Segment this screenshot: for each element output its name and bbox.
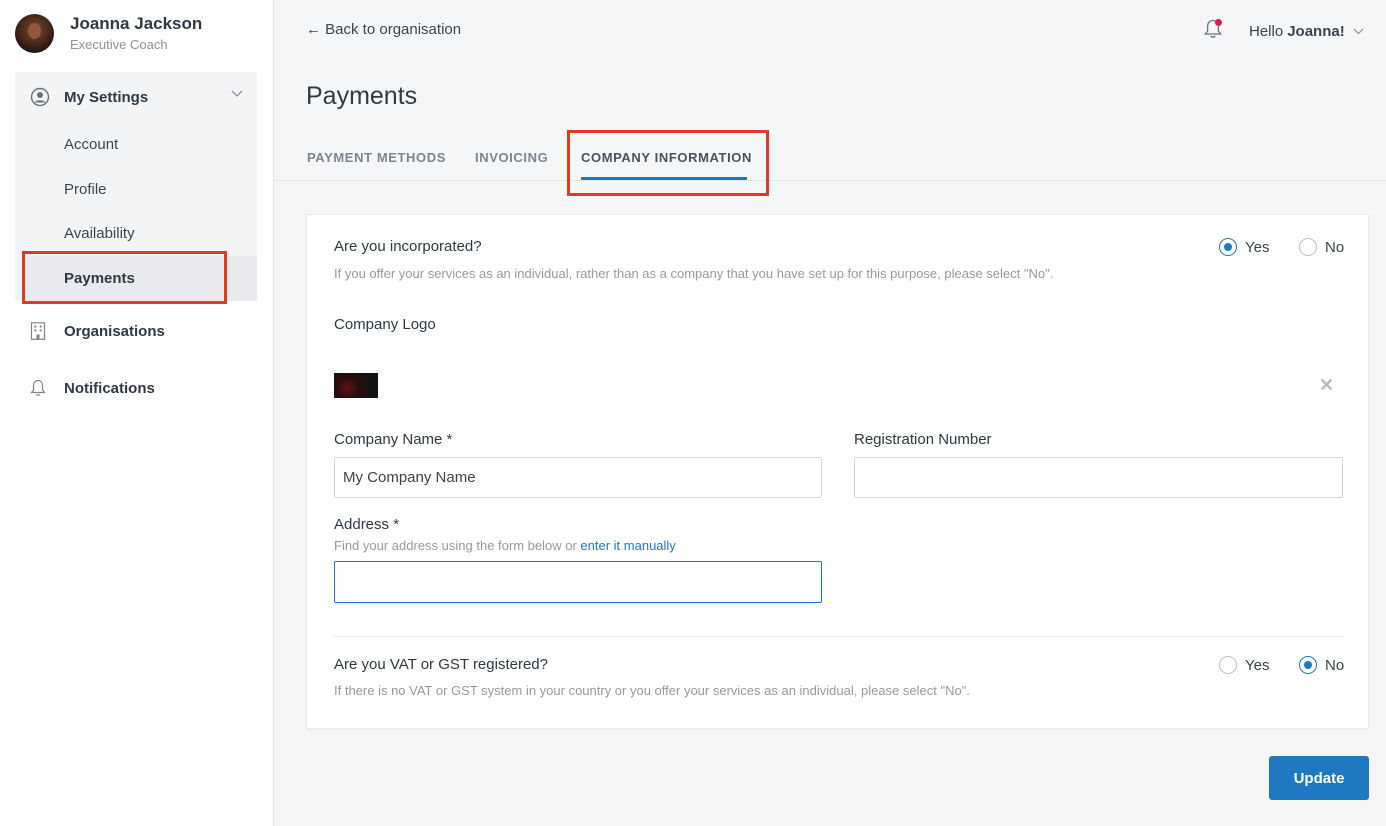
- enter-address-manually-link[interactable]: enter it manually: [580, 538, 675, 553]
- incorporated-yes-option[interactable]: Yes: [1219, 238, 1269, 256]
- sidebar-item-organisations-label: Organisations: [64, 322, 165, 340]
- building-icon: [30, 322, 46, 340]
- my-settings-label: My Settings: [64, 88, 149, 106]
- notification-badge: [1215, 19, 1222, 26]
- radio-selected-icon[interactable]: [1219, 238, 1237, 256]
- radio-unselected-icon[interactable]: [1219, 656, 1237, 674]
- incorporated-question: Are you incorporated?: [334, 238, 482, 255]
- remove-logo-close-icon[interactable]: ✕: [1319, 375, 1334, 396]
- company-information-form: Are you incorporated? Yes No If you offe…: [306, 214, 1369, 729]
- vat-no-option[interactable]: No: [1299, 656, 1344, 674]
- incorporated-no-option[interactable]: No: [1299, 238, 1344, 256]
- address-label: Address *: [334, 516, 400, 533]
- sidebar-item-payments-label: Payments: [64, 270, 135, 287]
- person-circle-icon: [30, 87, 50, 107]
- radio-selected-icon[interactable]: [1299, 656, 1317, 674]
- tab-company-information[interactable]: COMPANY INFORMATION: [581, 150, 752, 165]
- my-settings-toggle[interactable]: My Settings: [15, 72, 257, 122]
- vat-yes-option[interactable]: Yes: [1219, 656, 1269, 674]
- my-settings-group: My Settings Account Profile Availability…: [15, 72, 257, 301]
- bell-icon: [30, 379, 46, 396]
- company-logo-label: Company Logo: [334, 316, 436, 333]
- sidebar-item-payments[interactable]: Payments: [24, 256, 257, 301]
- vat-question: Are you VAT or GST registered?: [334, 656, 548, 673]
- back-to-organisation-link[interactable]: ← Back to organisation: [306, 21, 461, 38]
- registration-number-input[interactable]: [854, 457, 1343, 498]
- company-name-label: Company Name *: [334, 431, 453, 448]
- tab-payment-methods[interactable]: PAYMENT METHODS: [307, 150, 446, 165]
- incorporated-no-label: No: [1325, 238, 1345, 256]
- incorporated-yes-label: Yes: [1245, 238, 1270, 256]
- user-profile[interactable]: Joanna Jackson Executive Coach: [15, 13, 202, 54]
- tab-invoicing[interactable]: INVOICING: [475, 150, 548, 165]
- avatar: [15, 14, 54, 53]
- chevron-down-icon: [1353, 28, 1364, 35]
- address-search-input[interactable]: [334, 561, 822, 603]
- company-logo-image: [334, 373, 378, 398]
- address-hint-text: Find your address using the form below o…: [334, 538, 577, 553]
- incorporated-hint: If you offer your services as an individ…: [334, 266, 1054, 281]
- user-name: Joanna Jackson: [70, 14, 203, 33]
- page-title: Payments: [306, 82, 418, 110]
- tab-bar: PAYMENT METHODS INVOICING COMPANY INFORM…: [274, 131, 1386, 181]
- sidebar-item-account[interactable]: Account: [64, 136, 118, 153]
- sidebar-item-availability[interactable]: Availability: [64, 225, 135, 242]
- section-divider: [334, 636, 1344, 637]
- sidebar-item-notifications[interactable]: Notifications: [30, 379, 155, 397]
- vat-yes-label: Yes: [1245, 656, 1270, 674]
- user-menu[interactable]: Hello Joanna!: [1249, 23, 1364, 40]
- greeting-name: Joanna!: [1287, 23, 1345, 40]
- active-tab-indicator: [581, 177, 747, 180]
- greeting-text: Hello: [1249, 23, 1284, 40]
- sidebar-item-organisations[interactable]: Organisations: [30, 322, 165, 340]
- company-name-input[interactable]: [334, 457, 822, 498]
- sidebar-item-notifications-label: Notifications: [64, 379, 155, 397]
- radio-unselected-icon[interactable]: [1299, 238, 1317, 256]
- chevron-down-icon: [231, 90, 243, 97]
- user-role: Executive Coach: [70, 37, 168, 52]
- address-hint: Find your address using the form below o…: [334, 538, 676, 553]
- sidebar-item-profile[interactable]: Profile: [64, 181, 107, 198]
- sidebar: Joanna Jackson Executive Coach My Settin…: [0, 0, 274, 826]
- update-button[interactable]: Update: [1269, 756, 1369, 800]
- vat-hint: If there is no VAT or GST system in your…: [334, 683, 970, 698]
- vat-no-label: No: [1325, 656, 1345, 674]
- registration-number-label: Registration Number: [854, 431, 992, 448]
